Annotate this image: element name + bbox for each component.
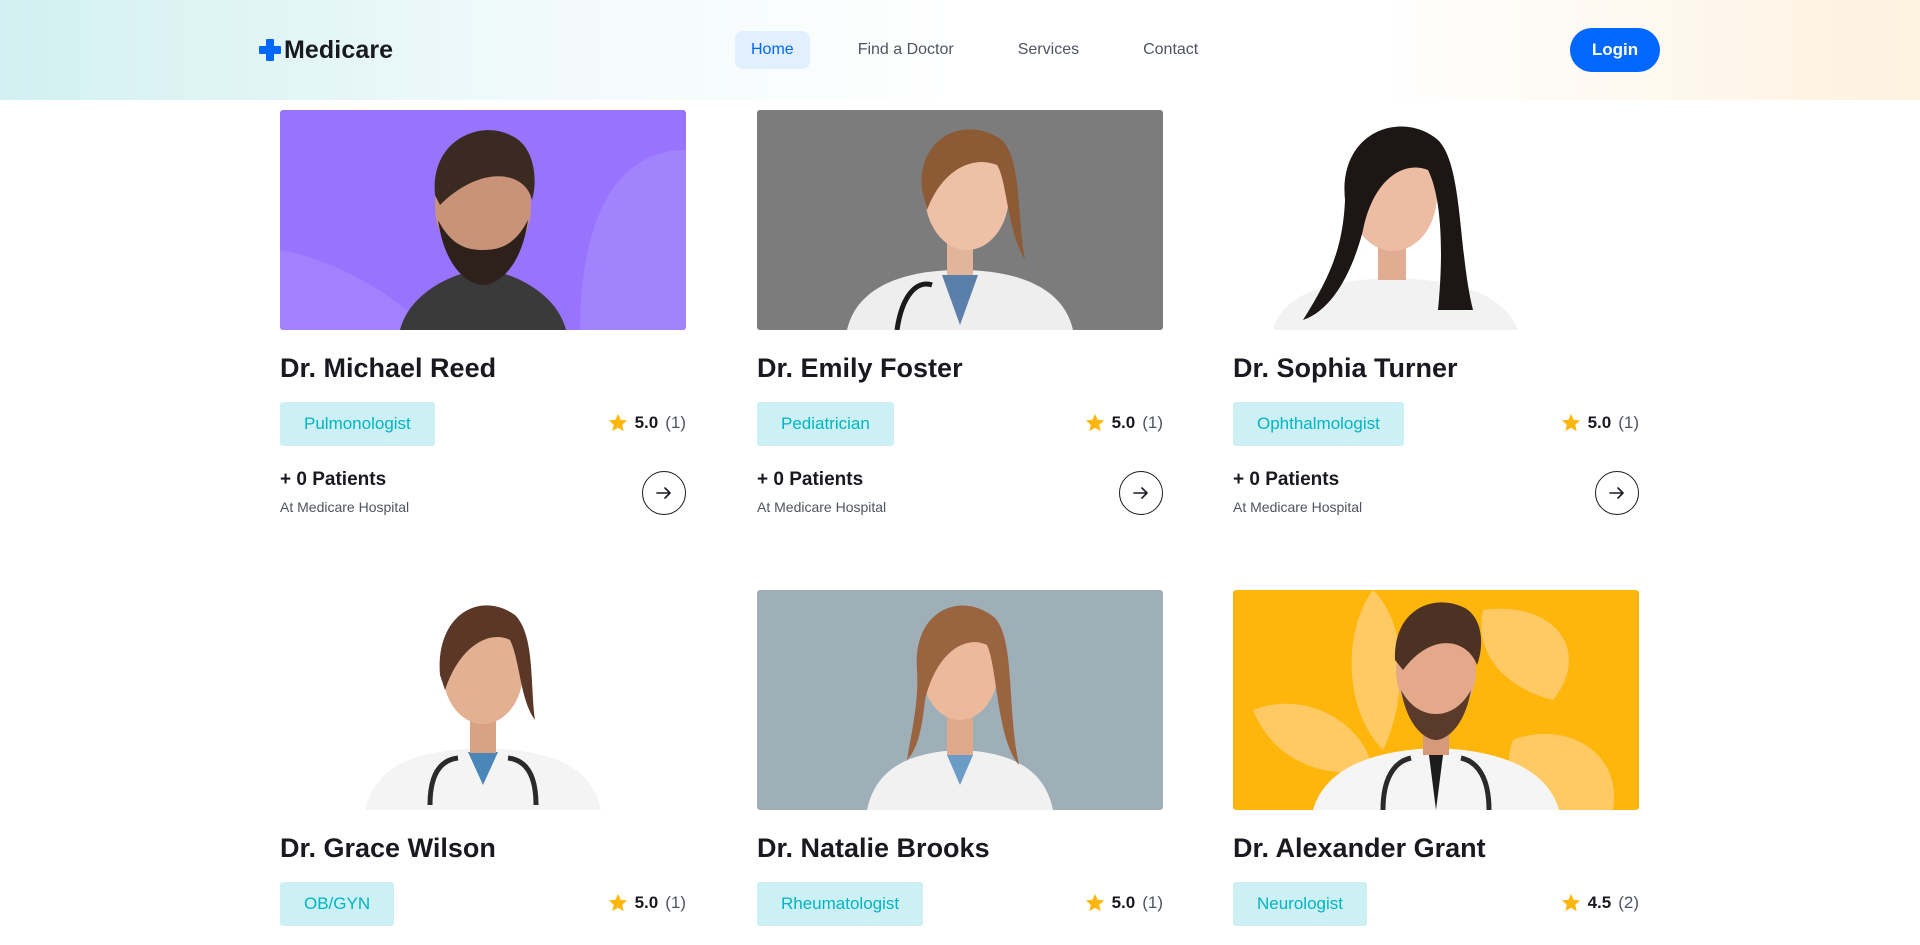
- doctor-name[interactable]: Dr. Sophia Turner: [1233, 353, 1458, 384]
- doctor-name[interactable]: Dr. Grace Wilson: [280, 833, 496, 864]
- doctor-card: Dr. Sophia Turner Ophthalmologist 5.0 (1…: [1233, 110, 1639, 515]
- star-icon: [1085, 413, 1104, 432]
- doctor-rating: 5.0 (1): [1560, 412, 1639, 434]
- rating-count: (1): [665, 893, 686, 912]
- doctor-photo: [757, 590, 1163, 810]
- rating-value: 5.0: [634, 893, 659, 912]
- view-doctor-button[interactable]: [642, 471, 686, 515]
- hospital-name: At Medicare Hospital: [1233, 499, 1363, 515]
- doctor-name[interactable]: Dr. Michael Reed: [280, 353, 496, 384]
- arrow-right-icon: [1133, 487, 1148, 499]
- main-nav: Home Find a Doctor Services Contact: [735, 31, 1246, 69]
- doctor-name[interactable]: Dr. Natalie Brooks: [757, 833, 990, 864]
- doctor-rating: 4.5 (2): [1560, 892, 1639, 914]
- doctor-photo: [1233, 110, 1639, 330]
- specialty-badge: Rheumatologist: [757, 882, 924, 926]
- doctor-card: Dr. Grace Wilson OB/GYN 5.0 (1): [280, 590, 686, 926]
- rating-count: (1): [1142, 413, 1163, 432]
- doctor-card: Dr. Emily Foster Pediatrician 5.0 (1) + …: [757, 110, 1163, 515]
- star-icon: [1561, 893, 1580, 912]
- doctor-photo: [280, 590, 686, 810]
- nav-item-services[interactable]: Services: [1002, 31, 1095, 69]
- specialty-badge: OB/GYN: [280, 882, 395, 926]
- hospital-name: At Medicare Hospital: [280, 499, 410, 515]
- patients-count: + 0 Patients: [1233, 469, 1340, 490]
- patients-count: + 0 Patients: [757, 469, 864, 490]
- doctor-rating: 5.0 (1): [607, 412, 686, 434]
- doctor-card: Dr. Natalie Brooks Rheumatologist 5.0 (1…: [757, 590, 1163, 926]
- doctor-card: Dr. Michael Reed Pulmonologist 5.0 (1) +…: [280, 110, 686, 515]
- rating-value: 5.0: [1111, 413, 1136, 432]
- site-header: Medicare Home Find a Doctor Services Con…: [0, 0, 1920, 100]
- rating-value: 5.0: [1111, 893, 1136, 912]
- doctor-rating: 5.0 (1): [607, 892, 686, 914]
- medical-cross-icon: [259, 39, 281, 61]
- doctor-rating: 5.0 (1): [1084, 412, 1163, 434]
- star-icon: [1561, 413, 1580, 432]
- patients-count: + 0 Patients: [280, 469, 387, 490]
- doctor-name[interactable]: Dr. Alexander Grant: [1233, 833, 1486, 864]
- rating-value: 4.5: [1587, 893, 1612, 912]
- star-icon: [608, 893, 627, 912]
- doctor-portrait: [867, 605, 1053, 810]
- specialty-badge: Ophthalmologist: [1233, 402, 1404, 446]
- hospital-name: At Medicare Hospital: [757, 499, 887, 515]
- logo[interactable]: Medicare: [259, 34, 393, 66]
- rating-value: 5.0: [1587, 413, 1612, 432]
- doctor-portrait: [280, 130, 686, 330]
- arrow-right-icon: [1609, 487, 1624, 499]
- doctor-portrait: [1253, 590, 1615, 810]
- doctor-photo: [280, 110, 686, 330]
- doctor-portrait: [365, 605, 601, 810]
- doctor-photo: [1233, 590, 1639, 810]
- login-button[interactable]: Login: [1570, 28, 1660, 72]
- logo-text: Medicare: [284, 35, 394, 64]
- specialty-badge: Pediatrician: [757, 402, 894, 446]
- nav-item-find-a-doctor[interactable]: Find a Doctor: [842, 31, 970, 69]
- rating-count: (2): [1618, 893, 1639, 912]
- specialty-badge: Neurologist: [1233, 882, 1367, 926]
- doctor-name[interactable]: Dr. Emily Foster: [757, 353, 963, 384]
- star-icon: [1085, 893, 1104, 912]
- rating-count: (1): [1142, 893, 1163, 912]
- view-doctor-button[interactable]: [1119, 471, 1163, 515]
- arrow-right-icon: [656, 487, 671, 499]
- doctor-portrait: [1273, 126, 1518, 330]
- specialty-badge: Pulmonologist: [280, 402, 435, 446]
- rating-count: (1): [1618, 413, 1639, 432]
- rating-count: (1): [665, 413, 686, 432]
- nav-item-home[interactable]: Home: [735, 31, 810, 69]
- doctor-rating: 5.0 (1): [1084, 892, 1163, 914]
- star-icon: [608, 413, 627, 432]
- doctor-card: Dr. Alexander Grant Neurologist 4.5 (2): [1233, 590, 1639, 926]
- doctor-portrait: [847, 129, 1073, 330]
- rating-value: 5.0: [634, 413, 659, 432]
- doctor-photo: [757, 110, 1163, 330]
- view-doctor-button[interactable]: [1595, 471, 1639, 515]
- nav-item-contact[interactable]: Contact: [1127, 31, 1214, 69]
